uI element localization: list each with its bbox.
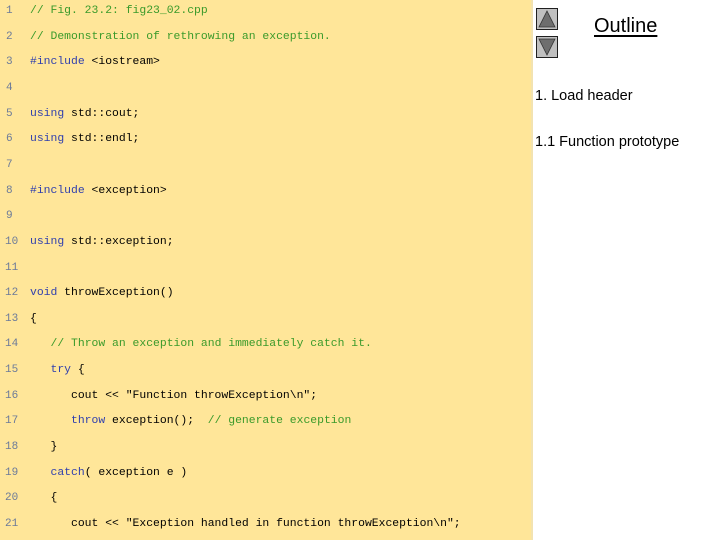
line-code: throw exception(); // generate exception xyxy=(30,411,351,431)
line-number: 11 xyxy=(5,261,19,274)
code-keyword: #include xyxy=(30,56,85,69)
line-code: #include <exception> xyxy=(30,181,167,201)
triangle-down-icon xyxy=(538,38,556,56)
line-code: // Demonstration of rethrowing an except… xyxy=(30,27,331,47)
code-text: <exception> xyxy=(84,184,167,197)
code-comment: // Demonstration of rethrowing an except… xyxy=(30,30,331,43)
line-number: 21 xyxy=(5,518,19,530)
line-code: cout << "Exception handled in function t… xyxy=(30,514,461,534)
line-number: 3 xyxy=(6,56,13,69)
line-number: 19 xyxy=(5,466,19,479)
line-number: 7 xyxy=(6,158,13,171)
code-keyword: throw xyxy=(71,415,106,428)
code-text: { xyxy=(71,364,85,377)
line-code: #include <iostream> xyxy=(30,52,160,72)
code-keyword: using xyxy=(30,133,65,146)
code-comment: // Throw an exception and immediately ca… xyxy=(50,338,372,351)
line-number: 1 xyxy=(6,5,13,17)
line-number: 9 xyxy=(6,210,13,223)
code-text: <iostream> xyxy=(84,56,160,69)
line-code: // Throw an exception and immediately ca… xyxy=(30,334,372,354)
code-comment: // Fig. 23.2: fig23_02.cpp xyxy=(30,5,208,17)
line-number: 13 xyxy=(5,312,19,325)
line-number: 18 xyxy=(5,441,19,454)
code-text: exception(); xyxy=(105,415,208,428)
code-listing-panel: 1 // Fig. 23.2: fig23_02.cpp 2 // Demonstra… xyxy=(0,0,533,540)
line-number: 16 xyxy=(5,389,19,402)
code-comment: // generate exception xyxy=(207,415,352,428)
line-code: { xyxy=(30,309,37,329)
code-text: cout << "Exception handled in function t… xyxy=(30,518,461,530)
next-slide-button[interactable] xyxy=(536,36,558,58)
code-text: std::exception; xyxy=(64,235,174,248)
line-number: 8 xyxy=(6,184,13,197)
line-code: // Fig. 23.2: fig23_02.cpp xyxy=(30,1,208,21)
line-code: try { xyxy=(30,360,85,380)
code-text: cout << "Function throwException\n"; xyxy=(30,389,318,402)
code-text: } xyxy=(30,441,58,454)
code-text: throwException() xyxy=(57,287,174,300)
line-number: 15 xyxy=(5,364,19,377)
code-text: ( exception e ) xyxy=(84,466,188,479)
outline-title[interactable]: Outline xyxy=(594,15,657,38)
line-code: using std::exception; xyxy=(30,232,174,252)
line-code: { xyxy=(30,488,58,508)
line-code: using std::cout; xyxy=(30,104,139,124)
line-code: using std::endl; xyxy=(30,129,139,149)
outline-item-load-header: 1. Load header xyxy=(535,88,633,104)
code-text: std::endl; xyxy=(64,133,140,146)
code-text: { xyxy=(30,492,58,505)
code-keyword: #include xyxy=(30,184,85,197)
line-number: 4 xyxy=(6,81,13,94)
code-text: { xyxy=(30,312,37,325)
line-number: 20 xyxy=(5,492,19,505)
code-keyword: void xyxy=(30,287,58,300)
code-keyword: catch xyxy=(50,466,85,479)
line-code: catch( exception e ) xyxy=(30,463,188,483)
line-number: 17 xyxy=(5,415,19,428)
line-number: 6 xyxy=(6,133,13,146)
triangle-up-icon xyxy=(538,10,556,28)
code-keyword: using xyxy=(30,107,65,120)
line-number: 14 xyxy=(5,338,19,351)
line-number: 10 xyxy=(5,235,19,248)
code-keyword: try xyxy=(50,364,72,377)
code-text: std::cout; xyxy=(64,107,140,120)
line-number: 5 xyxy=(6,107,13,120)
code-keyword: using xyxy=(30,235,65,248)
outline-item-function-prototype: 1.1 Function prototype xyxy=(535,134,680,150)
line-code: void throwException() xyxy=(30,283,174,303)
line-number: 12 xyxy=(5,287,19,300)
line-number: 2 xyxy=(6,30,13,43)
line-code: } xyxy=(30,437,58,457)
previous-slide-button[interactable] xyxy=(536,8,558,30)
line-code: cout << "Function throwException\n"; xyxy=(30,386,317,406)
